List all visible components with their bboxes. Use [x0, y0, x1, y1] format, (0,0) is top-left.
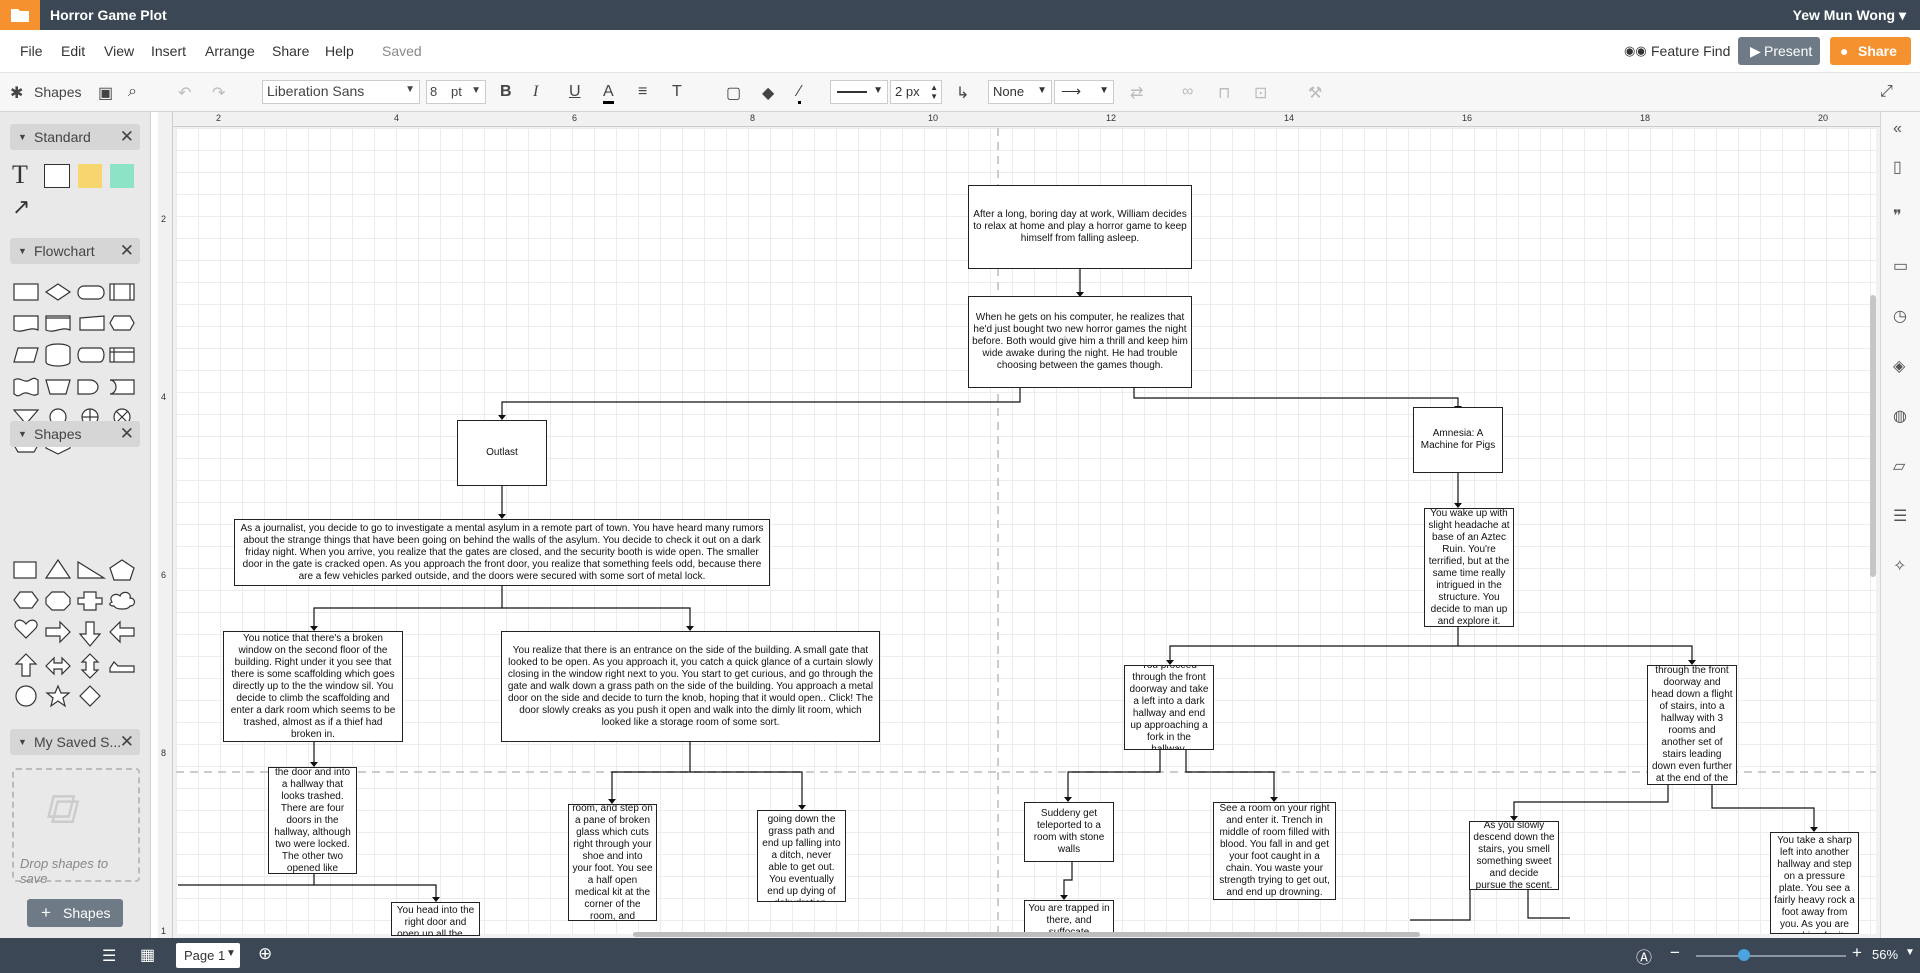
plot-node[interactable]: You notice that there's a broken window …	[223, 631, 403, 742]
navigation-icon[interactable]: Ⓐ	[1636, 944, 1652, 968]
plot-node[interactable]: You are trapped in there, and suffocate	[1024, 900, 1114, 934]
zoom-out-icon[interactable]: −	[1670, 943, 1680, 963]
magic-wand-icon[interactable]: ✧	[1893, 556, 1906, 576]
page-tab[interactable]: Page 1 ▼	[176, 943, 240, 968]
zoom-slider-handle[interactable]	[1738, 949, 1750, 961]
quote-icon[interactable]: ❞	[1893, 206, 1902, 226]
zoom-slider[interactable]	[1696, 955, 1846, 957]
plot-node[interactable]: Suddeny get teleported to a room with st…	[1024, 802, 1114, 862]
plot-node[interactable]: You proceed through the front doorway an…	[1647, 665, 1737, 785]
fullscreen-icon[interactable]: ⤢	[1880, 83, 1893, 101]
vertical-scrollbar[interactable]	[1870, 295, 1876, 577]
plot-node[interactable]: You take a sharp left into another hallw…	[1770, 832, 1859, 934]
plot-node[interactable]: You realize that there is an entrance on…	[501, 631, 880, 742]
plot-node[interactable]: See a room on your right and enter it. T…	[1213, 802, 1336, 900]
grid-view-icon[interactable]: ▦	[140, 945, 155, 965]
clock-icon[interactable]: ◷	[1893, 306, 1907, 326]
plot-node[interactable]: You proceed through the front doorway an…	[1124, 665, 1214, 750]
zoom-level[interactable]: 56%	[1872, 947, 1898, 962]
add-page-icon[interactable]: ⊕	[258, 944, 272, 964]
presentation-icon[interactable]: ▭	[1893, 256, 1908, 276]
plot-node[interactable]: You head into the right door and open up…	[391, 902, 480, 936]
chevron-down-icon[interactable]: ▼	[1905, 947, 1915, 958]
plot-node[interactable]: After a long, boring day at work, Willia…	[968, 185, 1192, 269]
plot-node[interactable]: Outlast	[457, 420, 547, 486]
database-icon[interactable]: ☰	[1893, 506, 1907, 526]
paint-drop-icon[interactable]: ◍	[1893, 406, 1907, 426]
list-view-icon[interactable]: ☰	[102, 946, 116, 966]
plot-node[interactable]: When he gets on his computer, he realize…	[968, 296, 1192, 388]
plot-node[interactable]: You walk out of the door and into a hall…	[268, 767, 357, 874]
bottom-bar: ☰ ▦ Page 1 ▼ ⊕ Ⓐ − + 56% ▼	[0, 938, 1920, 973]
page-icon[interactable]: ▯	[1893, 157, 1902, 177]
plot-node[interactable]: You continue going down the grass path a…	[757, 810, 846, 902]
plot-node[interactable]: As a journalist, you decide to go to inv…	[234, 519, 770, 586]
page-tab-label: Page 1	[184, 948, 226, 963]
chevron-down-icon: ▼	[226, 948, 236, 959]
comment-icon[interactable]: ▱	[1893, 456, 1905, 476]
zoom-in-icon[interactable]: +	[1852, 943, 1862, 963]
collapse-left-icon[interactable]: «	[1893, 120, 1902, 138]
plot-node[interactable]: You enter the room, and step on a pane o…	[568, 804, 657, 921]
plot-node[interactable]: Amnesia: A Machine for Pigs	[1413, 407, 1503, 473]
plot-node[interactable]: As you slowly descend down the stairs, y…	[1469, 821, 1559, 890]
right-panel-bar: « ▯ ❞ ▭ ◷ ◈ ◍ ▱ ☰ ✧	[1880, 112, 1920, 938]
horizontal-scrollbar[interactable]	[633, 932, 1420, 937]
plot-node[interactable]: You wake up with slight headache at base…	[1424, 508, 1514, 627]
layers-icon[interactable]: ◈	[1893, 356, 1905, 376]
